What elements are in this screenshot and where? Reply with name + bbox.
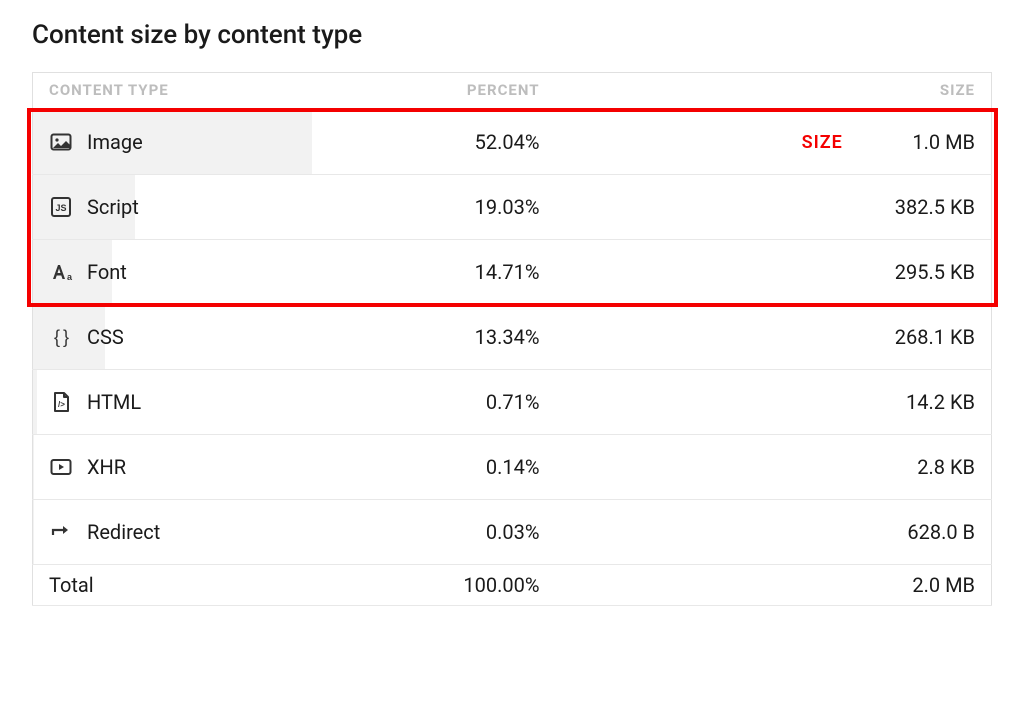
cell-content-type: XHR [33, 435, 436, 500]
table-row[interactable]: Font 14.71% 295.5 KB [33, 240, 992, 305]
cell-percent: 19.03% [435, 175, 569, 240]
percent-value: 14.71% [475, 260, 540, 284]
table-row[interactable]: XHR 0.14% 2.8 KB [33, 435, 992, 500]
size-value: 14.2 KB [906, 390, 975, 414]
page-title: Content size by content type [32, 20, 992, 50]
html-icon [49, 390, 73, 414]
cell-percent: 14.71% [435, 240, 569, 305]
cell-percent: 13.34% [435, 305, 569, 370]
table-row[interactable]: Script 19.03% 382.5 KB [33, 175, 992, 240]
xhr-icon [49, 455, 73, 479]
cell-content-type: Redirect [33, 500, 436, 565]
cell-content-type: Image [33, 110, 436, 175]
table-header-row: CONTENT TYPE PERCENT SIZE [33, 73, 992, 110]
size-value: 295.5 KB [895, 260, 975, 284]
cell-size: 268.1 KB [570, 305, 992, 370]
content-type-label: Font [87, 260, 127, 284]
size-value: 1.0 MB [912, 130, 975, 154]
css-icon [49, 325, 73, 349]
percent-value: 52.04% [475, 130, 540, 154]
size-value: 628.0 B [907, 520, 975, 544]
column-header-percent[interactable]: PERCENT [435, 73, 569, 110]
cell-content-type: Font [33, 240, 436, 305]
cell-percent: 52.04% [435, 110, 569, 175]
font-icon [49, 260, 73, 284]
cell-percent: 0.14% [435, 435, 569, 500]
table-row[interactable]: HTML 0.71% 14.2 KB [33, 370, 992, 435]
cell-size: 628.0 B [570, 500, 992, 565]
image-icon [49, 130, 73, 154]
cell-size: 2.8 KB [570, 435, 992, 500]
cell-size: 382.5 KB [570, 175, 992, 240]
cell-content-type: Script [33, 175, 436, 240]
content-type-label: XHR [87, 455, 126, 479]
percent-value: 0.14% [486, 455, 540, 479]
column-header-size[interactable]: SIZE [570, 73, 992, 110]
percent-value: 0.71% [486, 390, 540, 414]
content-size-table-wrap: CONTENT TYPE PERCENT SIZE Image 52.04% 1.0… [32, 72, 992, 606]
content-type-label: Redirect [87, 520, 160, 544]
percent-value: 13.34% [475, 325, 540, 349]
size-value: 268.1 KB [895, 325, 975, 349]
table-row[interactable]: CSS 13.34% 268.1 KB [33, 305, 992, 370]
cell-content-type: CSS [33, 305, 436, 370]
cell-content-type: HTML [33, 370, 436, 435]
cell-total-label: Total [33, 565, 436, 606]
script-icon [49, 195, 73, 219]
cell-size: 295.5 KB [570, 240, 992, 305]
content-size-table: CONTENT TYPE PERCENT SIZE Image 52.04% 1.0… [32, 72, 992, 606]
table-row[interactable]: Image 52.04% 1.0 MB [33, 110, 992, 175]
size-value: 2.8 KB [917, 455, 975, 479]
table-row-total: Total100.00%2.0 MB [33, 565, 992, 606]
percent-value: 0.03% [486, 520, 540, 544]
content-type-label: Script [87, 195, 139, 219]
size-value: 382.5 KB [895, 195, 975, 219]
redirect-icon [49, 520, 73, 544]
cell-total-percent: 100.00% [435, 565, 569, 606]
content-type-label: HTML [87, 390, 141, 414]
content-type-label: CSS [87, 325, 124, 349]
table-row[interactable]: Redirect 0.03% 628.0 B [33, 500, 992, 565]
column-header-type[interactable]: CONTENT TYPE [33, 73, 436, 110]
cell-size: 1.0 MB [570, 110, 992, 175]
percent-bar-fill [33, 435, 34, 499]
cell-percent: 0.03% [435, 500, 569, 565]
cell-size: 14.2 KB [570, 370, 992, 435]
cell-percent: 0.71% [435, 370, 569, 435]
percent-value: 19.03% [475, 195, 540, 219]
cell-total-size: 2.0 MB [570, 565, 992, 606]
content-type-label: Image [87, 130, 143, 154]
percent-bar-fill [33, 370, 37, 434]
